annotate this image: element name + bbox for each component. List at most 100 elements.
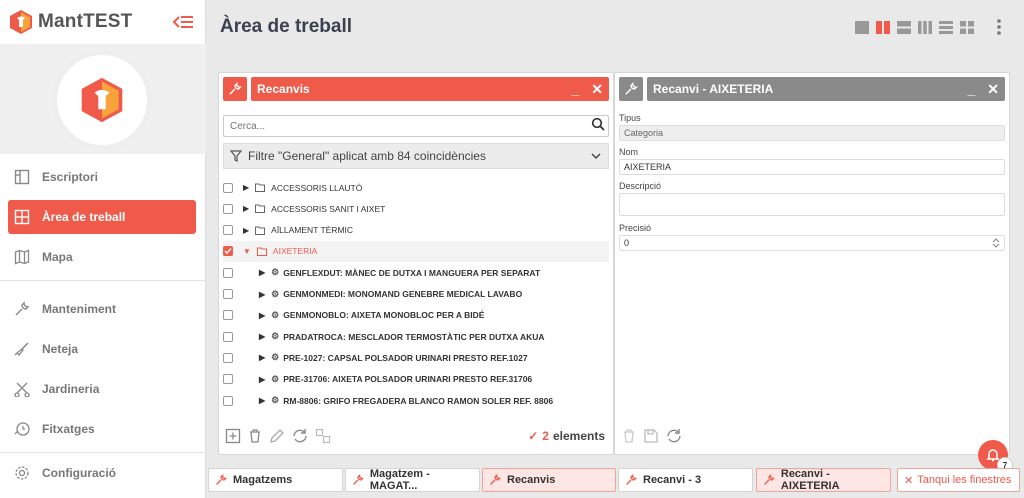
layout-grid-button[interactable] [959,20,974,34]
sidebar-item-mapa[interactable]: Mapa [8,240,196,274]
sidebar-item-manteniment[interactable]: Manteniment [8,292,196,326]
part-gear-icon: ⚙ [271,331,280,342]
caret-right-icon[interactable]: ▶ [259,375,265,384]
wrench-icon [625,82,638,95]
tree-row[interactable]: ▶ ⚙ PRADATROCA: MESCLADOR TERMOSTÀTIC PER … [223,326,609,347]
tree-row[interactable]: ▶ ⚙ GENMONMEDI: MONOMAND GENEBRE MEDICAL L… [223,284,609,305]
wrench-icon [764,474,775,485]
more-options-button[interactable] [996,18,1002,36]
tree-row[interactable]: ▶ ⚙ GENFLEXDUT: MÀNEC DE DUTXA I MANGUERA … [223,262,609,283]
spinner-icon[interactable] [992,238,1000,248]
layout-switcher [854,20,974,34]
panel-title-bar[interactable]: Recanvi - AIXETERIA _ ✕ [647,77,1005,101]
tab-magatzems[interactable]: Magatzems [208,468,343,492]
caret-right-icon[interactable]: ▶ [259,311,265,320]
app-logo[interactable]: MantTEST [8,8,133,36]
avatar[interactable] [52,50,152,150]
close-all-windows-button[interactable]: ✕ Tanqui les finestres [897,468,1020,492]
caret-right-icon[interactable]: ▶ [243,226,249,235]
delete-icon[interactable] [621,428,637,444]
tab-recanvi-3[interactable]: Recanvi - 3 [618,468,753,492]
tab-magatzem-detail[interactable]: Magatzem - MAGAT... [345,468,480,492]
caret-right-icon[interactable]: ▶ [259,353,265,362]
sidebar-item-label: Mapa [42,250,73,264]
row-checkbox[interactable] [223,182,233,193]
row-checkbox[interactable] [223,267,233,278]
edit-icon[interactable] [269,428,285,444]
close-icon[interactable]: ✕ [987,82,999,96]
folder-icon [255,226,266,235]
layout-three-columns-button[interactable] [917,20,932,34]
delete-icon[interactable] [247,428,263,444]
sidebar-item-fitxatges[interactable]: Fitxatges [8,412,196,446]
nom-field[interactable]: AIXETERIA [619,159,1005,175]
refresh-icon[interactable] [291,428,309,444]
sidebar-item-configuracio[interactable]: Configuració [8,456,196,490]
descripcio-field[interactable] [619,193,1005,216]
row-checkbox[interactable] [223,310,233,321]
row-checkbox[interactable] [223,352,233,363]
tree-row[interactable]: ▼ AIXETERIA [223,240,609,262]
layout-three-rows-button[interactable] [938,20,953,34]
add-icon[interactable] [225,428,241,444]
filter-dropdown[interactable]: Filtre "General" aplicat amb 84 coincidè… [223,143,609,169]
close-icon[interactable]: ✕ [591,82,603,96]
row-checkbox[interactable] [223,331,233,342]
hierarchy-add-icon[interactable] [315,428,331,444]
tab-recanvis[interactable]: Recanvis [482,468,616,492]
sidebar-item-area-de-treball[interactable]: Àrea de treball [8,200,196,234]
refresh-icon[interactable] [665,428,683,444]
tree-row[interactable]: ▶ ⚙ PRE-1027: CAPSAL POLSADOR URINARI PRES… [223,347,609,368]
search-icon[interactable] [591,117,605,131]
caret-right-icon[interactable]: ▶ [259,396,265,405]
selection-count-label: elements [552,429,605,443]
sidebar-item-escriptori[interactable]: Escriptori [8,160,196,194]
tree-row-label: RM-8806: GRIFO FREGADERA BLANCO RAMON SO… [283,395,554,406]
tree-row[interactable]: ▶ ACCESSORIS LLAUTÓ [223,177,609,198]
tab-label: Recanvis [507,474,556,486]
tree-row-label: AÏLLAMENT TÈRMIC [271,225,354,236]
wrench-icon [229,82,242,95]
row-checkbox[interactable] [223,289,233,299]
tree-row[interactable]: ▶ ⚙ RM-8806: GRIFO FREGADERA BLANCO RAMON … [223,390,609,409]
panel-type-button[interactable] [223,77,247,101]
tree-row[interactable]: ▶ ⚙ PRE-31706: AIXETA POLSADOR URINARI PRE… [223,369,609,390]
row-checkbox[interactable] [223,395,233,406]
minimize-icon[interactable]: _ [571,82,579,96]
save-icon[interactable] [643,428,659,444]
row-checkbox[interactable] [223,374,233,385]
caret-right-icon[interactable]: ▶ [243,204,249,213]
layout-two-rows-button[interactable] [896,20,911,34]
tree-row[interactable]: ▶ ACCESSORIS SANIT I AIXET [223,198,609,219]
minimize-icon[interactable]: _ [967,82,975,96]
tree-row-label: ACCESSORIS SANIT I AIXET [271,203,386,214]
selection-count: ✓ 2 elements [528,429,605,443]
caret-right-icon[interactable]: ▶ [243,183,249,192]
folder-icon [256,247,267,256]
map-icon [14,249,30,265]
tree-row[interactable]: ▶ ⚙ GENMONOBLO: AIXETA MONOBLOC PER A BIDÉ [223,305,609,326]
page-title: Àrea de treball [220,16,352,37]
wrench-icon [626,474,637,485]
caret-down-icon[interactable]: ▼ [243,247,251,256]
row-checkbox[interactable] [223,225,233,236]
precisio-field[interactable]: 0 [619,235,1005,251]
row-checkbox[interactable] [223,203,233,214]
panel-type-button[interactable] [619,77,643,101]
sidebar-item-label: Neteja [42,342,79,356]
folder-icon [255,183,266,192]
check-icon: ✓ [528,429,539,443]
tree-row[interactable]: ▶ AÏLLAMENT TÈRMIC [223,220,609,241]
tab-recanvi-aixeteria[interactable]: Recanvi - AIXETERIA [756,468,891,492]
row-checkbox[interactable] [223,246,233,257]
search-input[interactable] [223,115,609,137]
sidebar-item-jardineria[interactable]: Jardineria [8,372,196,406]
caret-right-icon[interactable]: ▶ [259,268,265,277]
caret-right-icon[interactable]: ▶ [259,290,265,299]
caret-right-icon[interactable]: ▶ [259,332,265,341]
sidebar-collapse-button[interactable] [171,12,195,32]
layout-single-button[interactable] [854,20,869,34]
layout-two-columns-button[interactable] [875,20,890,34]
sidebar-item-neteja[interactable]: Neteja [8,332,196,366]
panel-title-bar[interactable]: Recanvis _ ✕ [251,77,609,101]
